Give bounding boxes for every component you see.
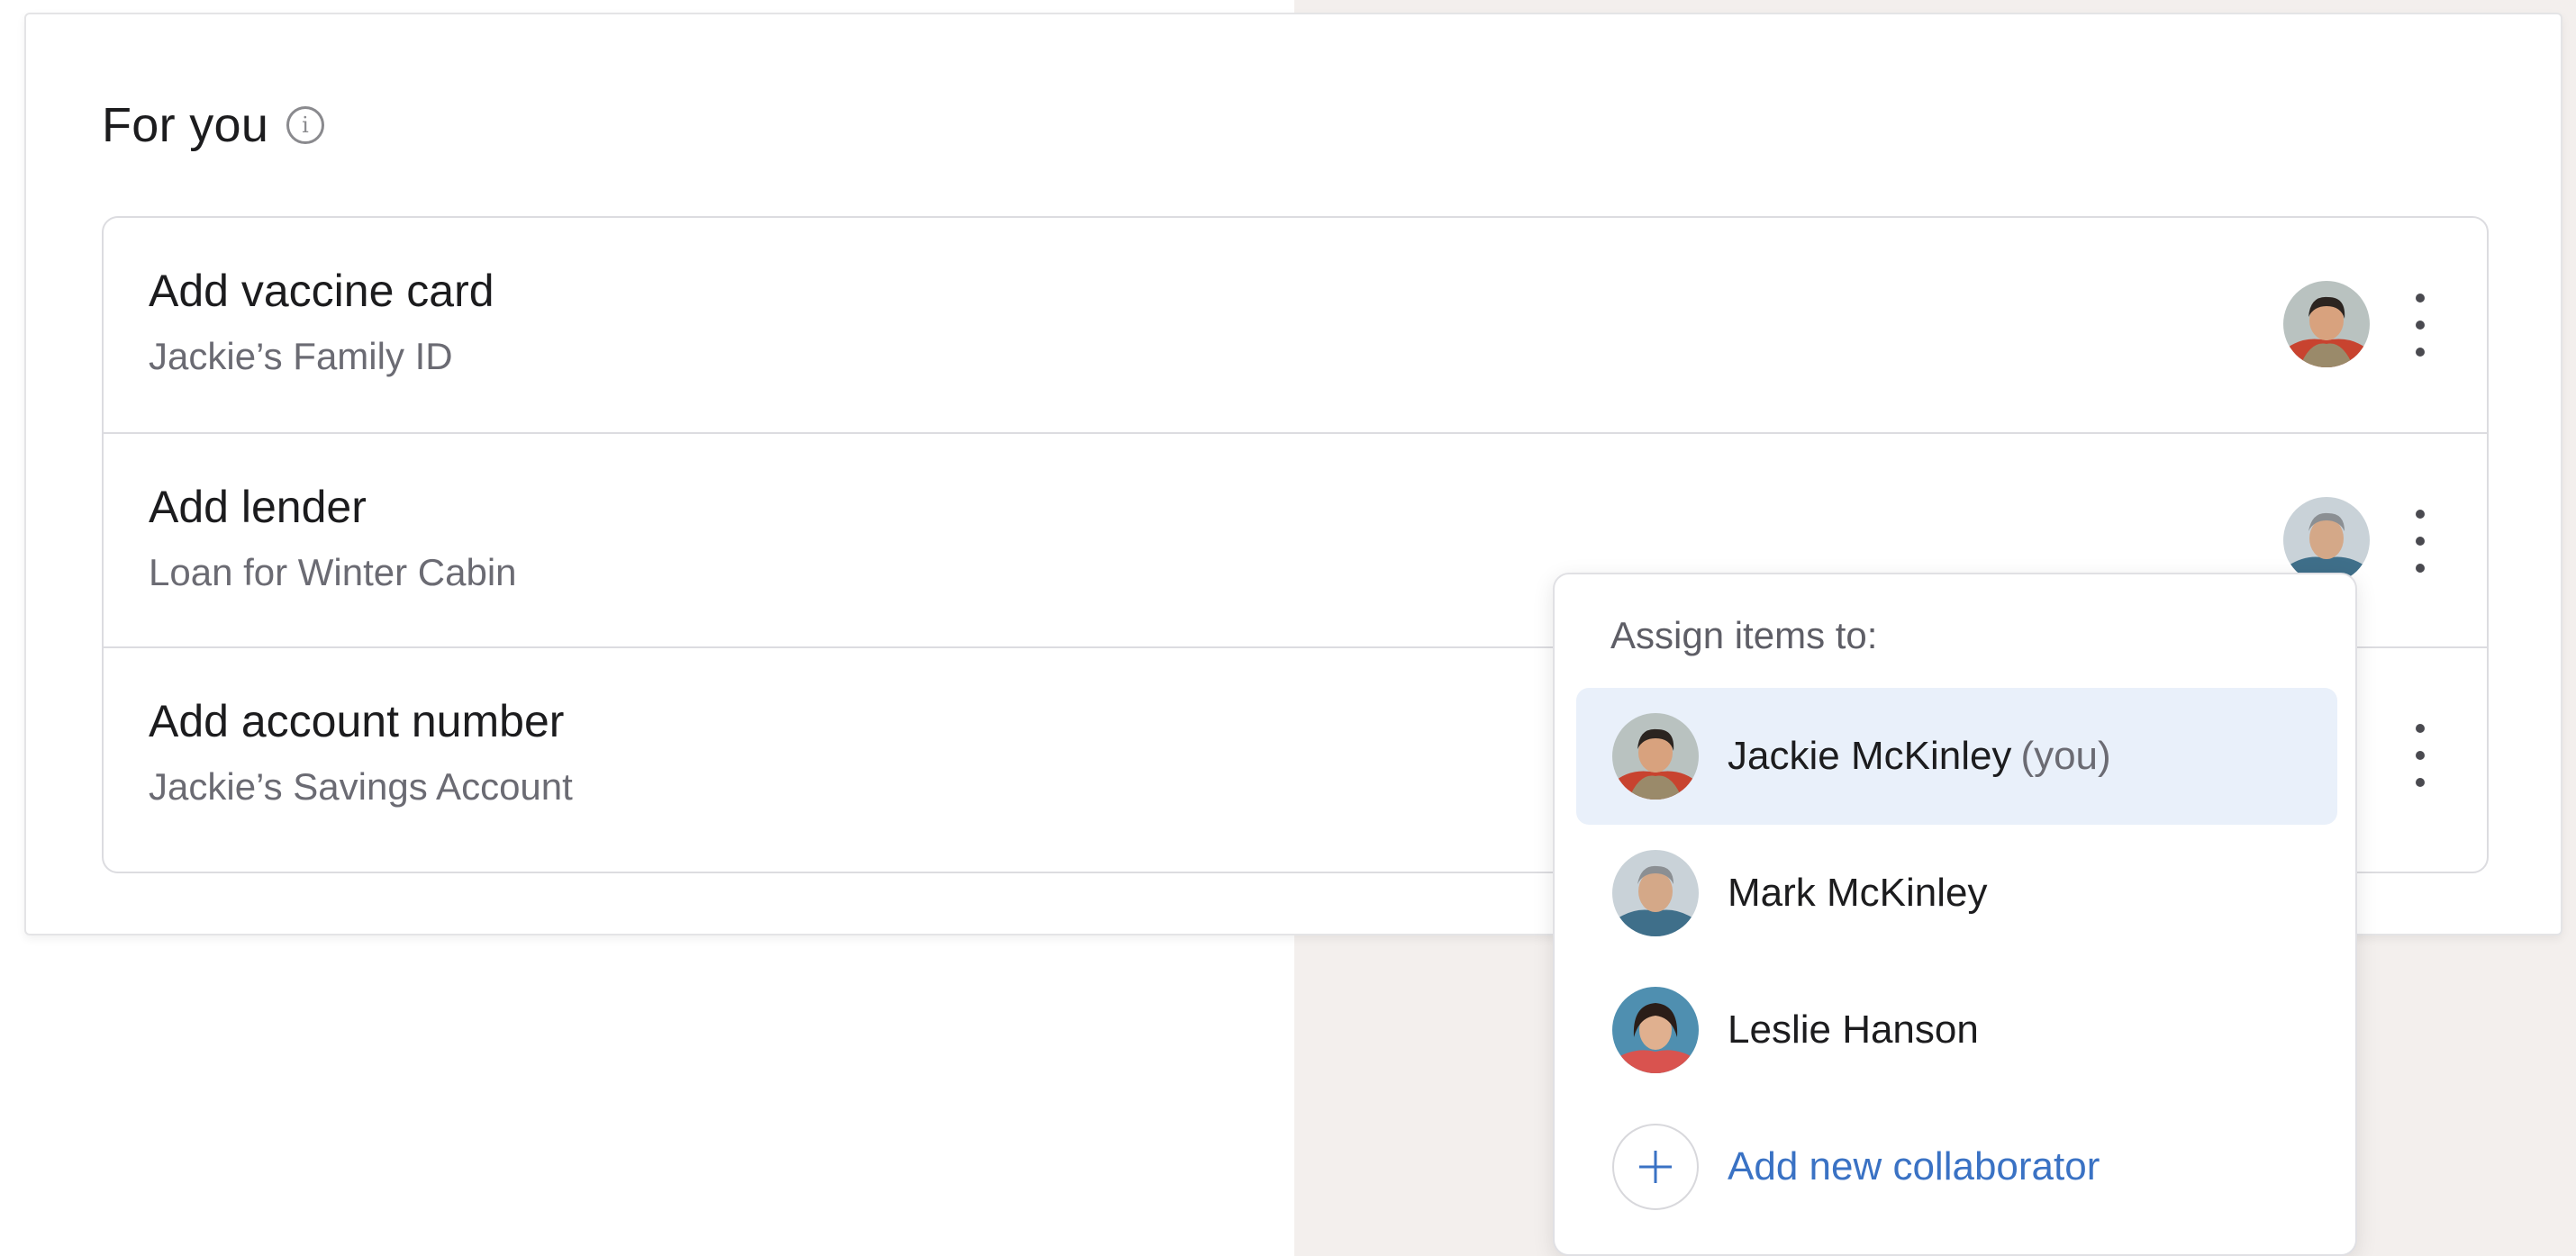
task-title: Add vaccine card — [149, 266, 494, 316]
assign-option-jackie[interactable]: Jackie McKinley (you) — [1576, 688, 2337, 825]
you-indicator: (you) — [2020, 734, 2111, 778]
task-title: Add lender — [149, 482, 367, 532]
avatar[interactable] — [2283, 281, 2370, 367]
plus-icon — [1612, 1124, 1699, 1210]
collaborator-name: Mark McKinley — [1728, 871, 1988, 915]
assign-option-leslie[interactable]: Leslie Hanson — [1576, 962, 2337, 1098]
section-title: For you — [102, 98, 269, 152]
assign-menu: Assign items to: Jackie McKinley (you) M… — [1553, 573, 2357, 1256]
collaborator-name: Leslie Hanson — [1728, 1008, 1979, 1052]
avatar — [1612, 987, 1699, 1073]
add-collaborator-label: Add new collaborator — [1728, 1144, 2100, 1188]
section-header: For you i — [102, 97, 325, 153]
avatar — [1612, 850, 1699, 936]
task-subtitle: Jackie’s Family ID — [149, 335, 453, 377]
avatar[interactable] — [2283, 497, 2370, 583]
task-subtitle: Loan for Winter Cabin — [149, 551, 517, 593]
task-subtitle: Jackie’s Savings Account — [149, 765, 573, 808]
assign-option-mark[interactable]: Mark McKinley — [1576, 825, 2337, 962]
task-title: Add account number — [149, 696, 565, 746]
task-row[interactable]: Add vaccine card Jackie’s Family ID — [104, 218, 2487, 432]
assign-menu-heading: Assign items to: — [1610, 614, 1878, 656]
more-options-icon[interactable] — [2409, 724, 2431, 787]
add-collaborator-button[interactable]: Add new collaborator — [1576, 1098, 2337, 1235]
more-options-icon[interactable] — [2409, 510, 2431, 573]
more-options-icon[interactable] — [2409, 294, 2431, 357]
collaborator-name: Jackie McKinley — [1728, 734, 2012, 778]
avatar — [1612, 713, 1699, 800]
info-icon[interactable]: i — [286, 106, 325, 144]
